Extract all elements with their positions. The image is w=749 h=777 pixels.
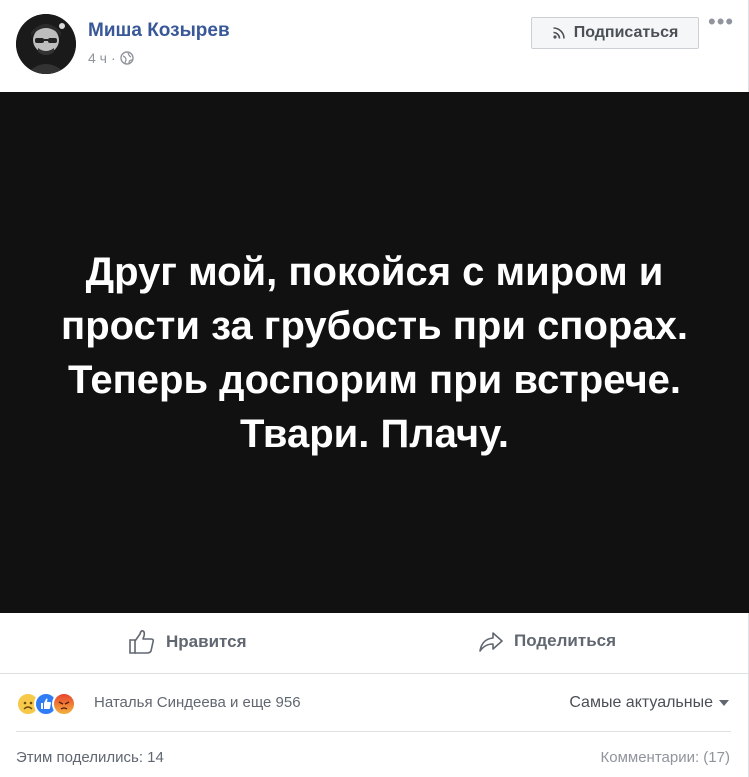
post-time[interactable]: 4 ч: [88, 50, 107, 66]
reaction-icons[interactable]: [16, 692, 76, 716]
meta-separator: ·: [110, 50, 116, 66]
subscribe-button[interactable]: Подписаться: [531, 17, 699, 49]
author-name[interactable]: Миша Козырев: [88, 20, 230, 42]
share-button[interactable]: Поделиться: [478, 629, 616, 653]
like-button[interactable]: Нравится: [128, 629, 247, 655]
post-actions: Нравится Поделиться: [0, 613, 749, 674]
comment-sort-dropdown[interactable]: Самые актуальные: [569, 694, 729, 712]
rss-icon: [553, 27, 565, 39]
angry-reaction-icon: [52, 692, 76, 716]
divider: [16, 731, 731, 732]
like-label: Нравится: [166, 632, 247, 651]
author-avatar[interactable]: [16, 14, 76, 74]
share-arrow-icon: [479, 632, 503, 652]
more-options-icon[interactable]: •••: [708, 11, 734, 33]
shares-count[interactable]: Этим поделились: 14: [16, 749, 164, 766]
globe-icon[interactable]: [119, 51, 134, 65]
share-label: Поделиться: [514, 631, 617, 650]
avatar-image: [16, 14, 76, 74]
reactions-bar: Наталья Синдеева и еще 956 Самые актуаль…: [0, 674, 749, 732]
subscribe-label: Подписаться: [573, 24, 679, 41]
post-image-text: Друг мой, покойся с миром и прости за гр…: [61, 249, 688, 456]
sort-label: Самые актуальные: [569, 694, 713, 711]
post-card: Миша Козырев 4 ч · Подписаться ••• Друг …: [0, 0, 749, 777]
comments-count[interactable]: Комментарии: (17): [601, 749, 731, 766]
post-image[interactable]: Друг мой, покойся с миром и прости за гр…: [0, 92, 749, 613]
caret-down-icon: [719, 700, 729, 706]
post-meta: 4 ч ·: [88, 50, 134, 66]
reactions-summary[interactable]: Наталья Синдеева и еще 956: [94, 694, 301, 711]
thumbs-up-icon: [129, 630, 155, 654]
